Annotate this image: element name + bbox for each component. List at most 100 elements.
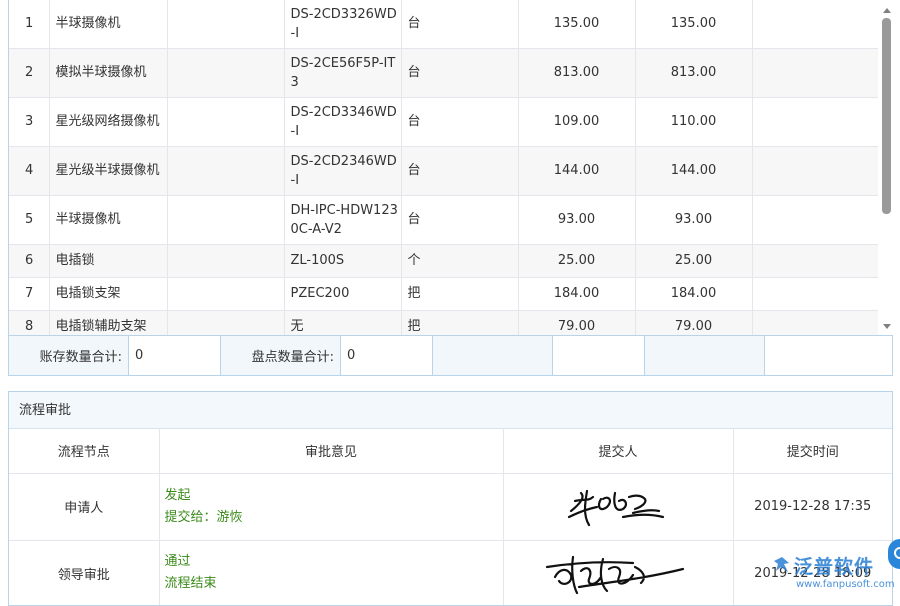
- blank-total-cell: [433, 336, 553, 375]
- count-qty: 813.00: [635, 48, 752, 97]
- approval-table: 流程节点 审批意见 提交人 提交时间 申请人 发起 提交给：游恢 2019-12…: [9, 429, 892, 606]
- row-number: 2: [9, 48, 49, 97]
- count-qty: 184.00: [635, 277, 752, 310]
- row-number: 3: [9, 97, 49, 146]
- signature-image: [563, 483, 673, 531]
- vertical-scrollbar[interactable]: [879, 0, 894, 335]
- row-number: 4: [9, 146, 49, 195]
- opinion-line: 提交给：游恢: [165, 507, 503, 529]
- stock-qty: 93.00: [518, 195, 635, 244]
- item-unit: 把: [401, 310, 518, 335]
- inventory-panel: 1 半球摄像机 DS-2CD3326WD-I 台 135.00 135.00 2…: [8, 0, 893, 376]
- opinion-line: 流程结束: [165, 573, 503, 595]
- item-name: 半球摄像机: [49, 195, 167, 244]
- count-qty: 144.00: [635, 146, 752, 195]
- blank-cell: [167, 146, 284, 195]
- flow-node: 申请人: [9, 473, 159, 540]
- stock-qty: 79.00: [518, 310, 635, 335]
- table-header-row: 流程节点 审批意见 提交人 提交时间: [9, 429, 892, 473]
- stock-qty: 109.00: [518, 97, 635, 146]
- opinion-line: 发起: [165, 485, 503, 507]
- table-row[interactable]: 7 电插锁支架 PZEC200 把 184.00 184.00: [9, 277, 878, 310]
- row-number: 6: [9, 244, 49, 277]
- approval-opinion: 通过 流程结束: [159, 540, 503, 606]
- item-name: 电插锁支架: [49, 277, 167, 310]
- blank-cell: [167, 97, 284, 146]
- help-icon: [894, 547, 900, 559]
- stock-total-label: 账存数量合计:: [9, 336, 129, 375]
- stock-qty: 144.00: [518, 146, 635, 195]
- watermark-brand: 泛普软件: [794, 552, 874, 579]
- submitter-signature: [503, 473, 733, 540]
- item-name: 星光级半球摄像机: [49, 146, 167, 195]
- blank-cell: [752, 310, 878, 335]
- stock-qty: 25.00: [518, 244, 635, 277]
- opinion-line: 通过: [165, 551, 503, 573]
- item-unit: 台: [401, 97, 518, 146]
- blank-cell: [167, 310, 284, 335]
- item-model: DS-2CE56F5P-IT3: [284, 48, 401, 97]
- blank-cell: [167, 277, 284, 310]
- blank-total-cell: [765, 336, 892, 375]
- signature-image: [543, 547, 693, 599]
- watermark-logo: 泛普软件 www.fanpusoft.com: [770, 552, 895, 598]
- item-model: DS-2CD3346WD-I: [284, 97, 401, 146]
- table-row[interactable]: 5 半球摄像机 DH-IPC-HDW1230C-A-V2 台 93.00 93.…: [9, 195, 878, 244]
- count-qty: 135.00: [635, 0, 752, 48]
- count-total-label: 盘点数量合计:: [221, 336, 341, 375]
- count-total-value: 0: [341, 336, 433, 375]
- approval-flow-panel: 流程审批 流程节点 审批意见 提交人 提交时间 申请人 发起 提交给：游恢: [8, 391, 893, 606]
- table-row[interactable]: 8 电插锁辅助支架 无 把 79.00 79.00: [9, 310, 878, 335]
- blank-total-cell: [645, 336, 765, 375]
- count-qty: 79.00: [635, 310, 752, 335]
- item-name: 电插锁辅助支架: [49, 310, 167, 335]
- blank-cell: [752, 0, 878, 48]
- table-row[interactable]: 领导审批 通过 流程结束 2019-12-28 18:09: [9, 540, 892, 606]
- table-row[interactable]: 6 电插锁 ZL-100S 个 25.00 25.00: [9, 244, 878, 277]
- column-header-submitter: 提交人: [503, 429, 733, 473]
- count-qty: 93.00: [635, 195, 752, 244]
- table-row[interactable]: 4 星光级半球摄像机 DS-2CD2346WD-I 台 144.00 144.0…: [9, 146, 878, 195]
- row-number: 8: [9, 310, 49, 335]
- scroll-up-arrow-icon[interactable]: [883, 8, 891, 13]
- scrollbar-thumb[interactable]: [882, 18, 891, 214]
- column-header-time: 提交时间: [733, 429, 892, 473]
- blank-cell: [752, 146, 878, 195]
- floating-help-button[interactable]: [888, 539, 900, 569]
- row-number: 5: [9, 195, 49, 244]
- item-name: 半球摄像机: [49, 0, 167, 48]
- panel-title: 流程审批: [9, 392, 892, 429]
- approval-opinion: 发起 提交给：游恢: [159, 473, 503, 540]
- stock-qty: 813.00: [518, 48, 635, 97]
- table-row[interactable]: 1 半球摄像机 DS-2CD3326WD-I 台 135.00 135.00: [9, 0, 878, 48]
- column-header-node: 流程节点: [9, 429, 159, 473]
- column-header-opinion: 审批意见: [159, 429, 503, 473]
- row-number: 7: [9, 277, 49, 310]
- blank-cell: [167, 244, 284, 277]
- blank-cell: [167, 195, 284, 244]
- table-row[interactable]: 2 模拟半球摄像机 DS-2CE56F5P-IT3 台 813.00 813.0…: [9, 48, 878, 97]
- submit-time: 2019-12-28 17:35: [733, 473, 892, 540]
- item-model: DH-IPC-HDW1230C-A-V2: [284, 195, 401, 244]
- row-number: 1: [9, 0, 49, 48]
- item-name: 模拟半球摄像机: [49, 48, 167, 97]
- inventory-table-scroll-area: 1 半球摄像机 DS-2CD3326WD-I 台 135.00 135.00 2…: [9, 0, 878, 335]
- blank-total-cell: [553, 336, 645, 375]
- stock-qty: 135.00: [518, 0, 635, 48]
- totals-row: 账存数量合计: 0 盘点数量合计: 0: [9, 335, 892, 375]
- count-qty: 110.00: [635, 97, 752, 146]
- table-row[interactable]: 3 星光级网络摄像机 DS-2CD3346WD-I 台 109.00 110.0…: [9, 97, 878, 146]
- item-model: DS-2CD2346WD-I: [284, 146, 401, 195]
- table-row[interactable]: 申请人 发起 提交给：游恢 2019-12-28 17:35: [9, 473, 892, 540]
- scroll-down-arrow-icon[interactable]: [883, 324, 891, 329]
- blank-cell: [167, 48, 284, 97]
- blank-cell: [752, 277, 878, 310]
- item-name: 星光级网络摄像机: [49, 97, 167, 146]
- blank-cell: [752, 244, 878, 277]
- inventory-table: 1 半球摄像机 DS-2CD3326WD-I 台 135.00 135.00 2…: [9, 0, 878, 335]
- blank-cell: [167, 0, 284, 48]
- stock-qty: 184.00: [518, 277, 635, 310]
- item-name: 电插锁: [49, 244, 167, 277]
- item-unit: 台: [401, 48, 518, 97]
- item-model: PZEC200: [284, 277, 401, 310]
